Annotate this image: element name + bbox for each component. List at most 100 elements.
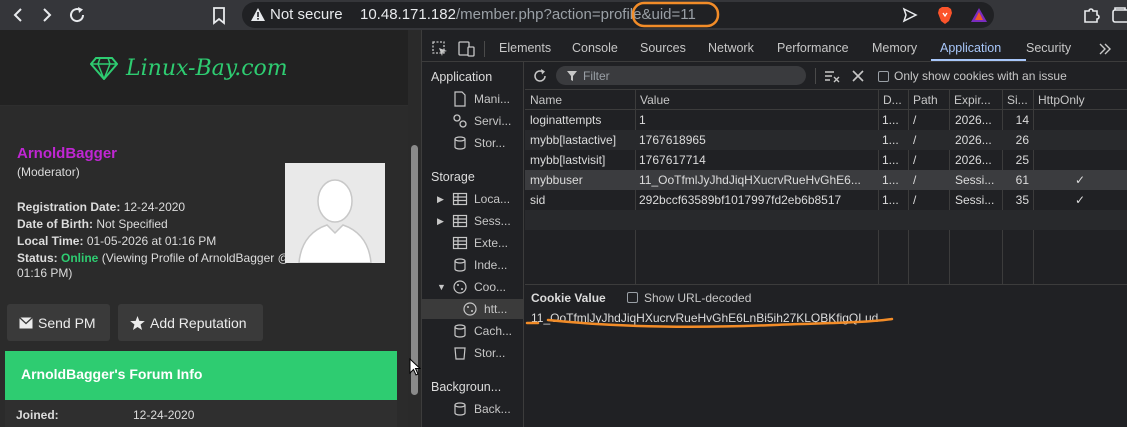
refresh-icon[interactable]	[532, 68, 548, 84]
tab-sources[interactable]: Sources	[640, 41, 686, 55]
sidebar-item-label: Loca...	[474, 192, 511, 206]
expand-arrow-icon[interactable]: ▶	[437, 194, 444, 205]
site-logo[interactable]: Linux-Bay.com	[90, 50, 288, 86]
reload-icon	[70, 7, 85, 23]
database-icon	[454, 136, 466, 150]
table-row-selected[interactable]: mybbuser 11_OoTfmlJyJhdJiqHXucrvRueHvGhE…	[525, 170, 1127, 190]
sidebar-item-service-workers[interactable]: Servi...	[452, 111, 511, 131]
site-logo-text: Linux-Bay.com	[126, 55, 288, 81]
diamond-icon	[90, 57, 118, 80]
cookie-size: 14	[1015, 113, 1029, 127]
inspect-element-icon[interactable]	[432, 41, 448, 57]
tab-elements[interactable]: Elements	[499, 41, 551, 55]
table-row[interactable]: sid 292bccf63589bf1017997fd2eb6b8517 1..…	[525, 190, 1127, 210]
joined-value: 12-24-2020	[133, 408, 195, 422]
show-url-decoded-label: Show URL-decoded	[644, 291, 752, 305]
table-icon	[452, 192, 468, 206]
wallet-icon	[1112, 7, 1127, 23]
active-tab-indicator	[931, 59, 1026, 61]
avatar	[285, 163, 385, 263]
tab-console[interactable]: Console	[572, 41, 618, 55]
tab-network[interactable]: Network	[708, 41, 754, 55]
add-reputation-button[interactable]: Add Reputation	[118, 304, 263, 341]
dob-value: Not Specified	[96, 217, 168, 231]
tab-performance[interactable]: Performance	[777, 41, 849, 55]
sidebar-item-cookie-origin[interactable]: htt...	[422, 299, 523, 319]
sidebar-item-back-forward-cache[interactable]: Back...	[452, 399, 511, 419]
send-pm-label: Send PM	[38, 314, 96, 331]
url-text[interactable]: 10.48.171.182/member.php?action=profile&…	[360, 6, 696, 23]
filter-icon	[567, 71, 577, 81]
sidebar-item-label: Stor...	[474, 136, 506, 150]
cookie-table: Name Value D... Path Expir... Si... Http…	[525, 90, 1127, 285]
sidebar-item-manifest[interactable]: Mani...	[452, 89, 510, 109]
table-row[interactable]: mybb[lastactive] 1767618965 1... / 2026.…	[525, 130, 1127, 150]
sidebar-item-session-storage[interactable]: Sess...	[452, 211, 511, 231]
sidebar-item-storage-buckets[interactable]: Stor...	[452, 343, 505, 363]
joined-row: Joined: 12-24-2020	[5, 400, 397, 427]
back-button[interactable]	[7, 4, 29, 26]
sidebar-item-extension-storage[interactable]: Exte...	[452, 233, 508, 253]
cookie-path: /	[913, 153, 917, 167]
column-header-httponly[interactable]: HttpOnly	[1033, 90, 1127, 110]
more-tabs-icon[interactable]	[1098, 42, 1112, 56]
add-reputation-label: Add Reputation	[150, 314, 247, 331]
cookie-value-title: Cookie Value	[531, 291, 606, 305]
bookmark-button[interactable]	[208, 4, 230, 26]
web-page: Linux-Bay.com ArnoldBagger (Moderator) R…	[0, 30, 408, 427]
url-host: 10.48.171.182	[360, 6, 456, 23]
default-avatar-icon	[285, 163, 385, 263]
sidebar-item-indexeddb[interactable]: Inde...	[452, 255, 507, 275]
send-pm-button[interactable]: Send PM	[7, 304, 110, 341]
page-scrollbar-thumb[interactable]	[411, 145, 418, 395]
sidebar-item-cookies[interactable]: Coo...	[452, 277, 506, 297]
wallet-button[interactable]	[1110, 4, 1127, 26]
tab-application[interactable]: Application	[940, 41, 1001, 55]
tab-security[interactable]: Security	[1026, 41, 1071, 55]
cookie-value-text[interactable]: 11_OoTfmlJyJhdJiqHXucrvRueHvGhE6LnBi5ih2…	[531, 311, 878, 325]
extensions-button[interactable]	[1080, 4, 1102, 26]
sidebar-item-storage-overview[interactable]: Stor...	[452, 133, 505, 153]
table-row[interactable]: loginattempts 1 1... / 2026... 14	[525, 110, 1127, 130]
date-of-birth: Date of Birth: Not Specified	[17, 217, 168, 231]
column-header-size[interactable]: Si...	[1002, 90, 1033, 110]
cookie-size: 35	[1015, 193, 1029, 207]
cookie-value: 1767617714	[639, 153, 706, 167]
cookie-expires: 2026...	[955, 113, 992, 127]
reload-button[interactable]	[66, 4, 88, 26]
show-url-decoded-checkbox[interactable]	[627, 292, 638, 303]
brave-shields-button[interactable]	[934, 4, 956, 26]
table-row[interactable]: mybb[lastvisit] 1767617714 1... / 2026..…	[525, 150, 1127, 170]
column-header-value[interactable]: Value	[635, 90, 878, 110]
sidebar-header-storage: Storage	[431, 170, 475, 184]
cookie-httponly: ✓	[1075, 193, 1086, 207]
sidebar-item-local-storage[interactable]: Loca...	[452, 189, 510, 209]
expand-arrow-icon[interactable]: ▶	[437, 216, 444, 227]
registration-value: 12-24-2020	[123, 200, 186, 214]
profile-username[interactable]: ArnoldBagger	[17, 145, 117, 162]
sidebar-item-label: Servi...	[474, 114, 512, 128]
brave-rewards-button[interactable]	[968, 4, 990, 26]
filter-input[interactable]: Filter	[556, 66, 806, 85]
forum-info-title: ArnoldBagger's Forum Info	[21, 366, 203, 382]
forward-button[interactable]	[36, 4, 58, 26]
delete-cookie-icon[interactable]	[851, 69, 865, 83]
cookie-value-pane: Cookie Value Show URL-decoded 11_OoTfmlJ…	[525, 285, 1127, 427]
toolbar-divider	[815, 68, 816, 84]
sidebar-item-cache-storage[interactable]: Cach...	[452, 321, 512, 341]
column-header-expires[interactable]: Expir...	[949, 90, 1002, 110]
column-header-domain[interactable]: D...	[878, 90, 908, 110]
sidebar-item-label: Coo...	[474, 280, 507, 294]
only-issues-checkbox[interactable]	[878, 71, 889, 82]
not-secure-label[interactable]: Not secure	[270, 6, 343, 23]
tab-memory[interactable]: Memory	[872, 41, 917, 55]
share-button[interactable]	[899, 4, 921, 26]
column-header-name[interactable]: Name	[525, 90, 635, 110]
device-toolbar-icon[interactable]	[458, 41, 476, 57]
sidebar-item-label: Back...	[474, 402, 511, 416]
cookie-httponly: ✓	[1075, 173, 1086, 187]
puzzle-icon	[1084, 8, 1100, 23]
collapse-arrow-icon[interactable]: ▼	[437, 282, 446, 292]
clear-filtered-cookies-icon[interactable]	[824, 69, 840, 85]
column-header-path[interactable]: Path	[908, 90, 949, 110]
